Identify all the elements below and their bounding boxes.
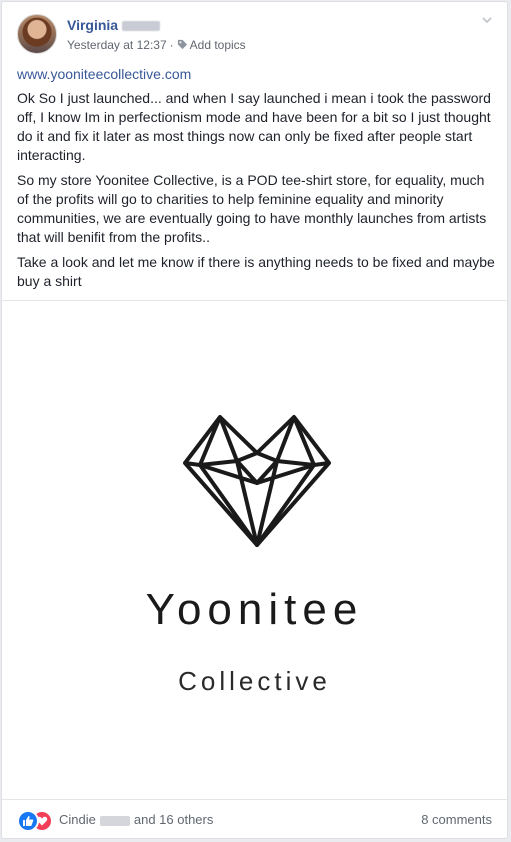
brand-subtitle: Collective — [178, 666, 331, 696]
add-topics-button[interactable]: Add topics — [177, 38, 246, 52]
post-header: Virginia Yesterday at 12:37 · Add topics — [17, 14, 495, 58]
tag-icon — [177, 39, 187, 50]
post-body: Ok So I just launched... and when I say … — [17, 89, 497, 297]
liker-name: Cindie — [59, 812, 96, 827]
diamond-heart-logo — [183, 415, 331, 547]
post-paragraph: Take a look and let me know if there is … — [17, 254, 495, 289]
chevron-down-icon[interactable] — [481, 14, 493, 26]
reactions-bar: Cindie and 16 others 8 comments — [17, 807, 492, 835]
post-paragraph: Ok So I just launched... and when I say … — [17, 90, 491, 163]
store-link[interactable]: www.yooniteecollective.com — [17, 66, 191, 82]
redacted-surname — [122, 21, 161, 32]
author-name-row: Virginia — [67, 17, 161, 33]
meta-separator: · — [169, 38, 174, 52]
author-avatar[interactable] — [17, 14, 57, 54]
add-topics-label: Add topics — [189, 38, 246, 52]
others-count: and 16 others — [133, 812, 214, 827]
comments-count[interactable]: 8 comments — [421, 812, 492, 827]
post-image[interactable]: Yoonitee Collective — [2, 300, 507, 800]
post-meta: Yesterday at 12:37 · Add topics — [67, 38, 246, 52]
likers-summary[interactable]: Cindie and 16 others — [59, 812, 213, 827]
redacted-liker-surname — [99, 815, 130, 826]
post-card: Virginia Yesterday at 12:37 · Add topics w… — [1, 1, 508, 839]
reaction-icons[interactable] — [17, 810, 57, 832]
author-name[interactable]: Virginia — [67, 17, 118, 33]
post-timestamp[interactable]: Yesterday at 12:37 — [67, 38, 167, 52]
brand-title: Yoonitee — [145, 585, 364, 634]
like-thumb-icon — [17, 810, 39, 832]
post-paragraph: So my store Yoonitee Collective, is a PO… — [17, 172, 487, 245]
